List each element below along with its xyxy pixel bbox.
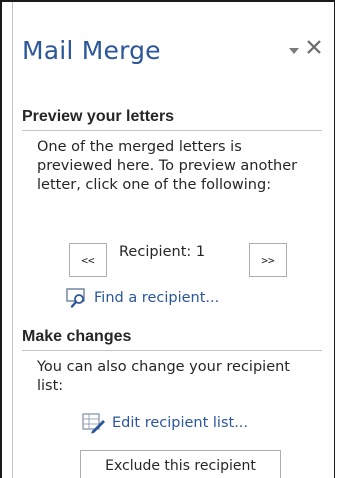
next-recipient-button[interactable]: >> [249,243,287,277]
preview-section-header: Preview your letters [22,107,322,131]
exclude-recipient-button[interactable]: Exclude this recipient [80,450,281,478]
edit-recipient-list-link[interactable]: Edit recipient list... [82,412,248,434]
find-recipient-link[interactable]: Find a recipient... [66,288,219,308]
magnifier-icon [66,288,85,308]
recipient-number: Recipient: 1 [119,244,206,260]
pane-title: Mail Merge [22,36,161,65]
preview-description: One of the merged letters is previewed h… [37,139,298,193]
find-recipient-label: Find a recipient... [94,290,220,306]
changes-section-header: Make changes [22,327,322,351]
previous-recipient-button[interactable]: << [69,243,107,277]
edit-recipient-list-label: Edit recipient list... [112,415,249,431]
mail-merge-pane [12,2,334,478]
dropdown-triangle-icon [289,48,299,54]
edit-list-icon [82,413,105,434]
changes-description: You can also change your recipient list: [37,359,290,394]
frame-left-border [0,0,2,478]
close-pane-button[interactable] [305,36,323,58]
close-icon [307,40,321,54]
pane-options-button[interactable] [287,42,301,54]
